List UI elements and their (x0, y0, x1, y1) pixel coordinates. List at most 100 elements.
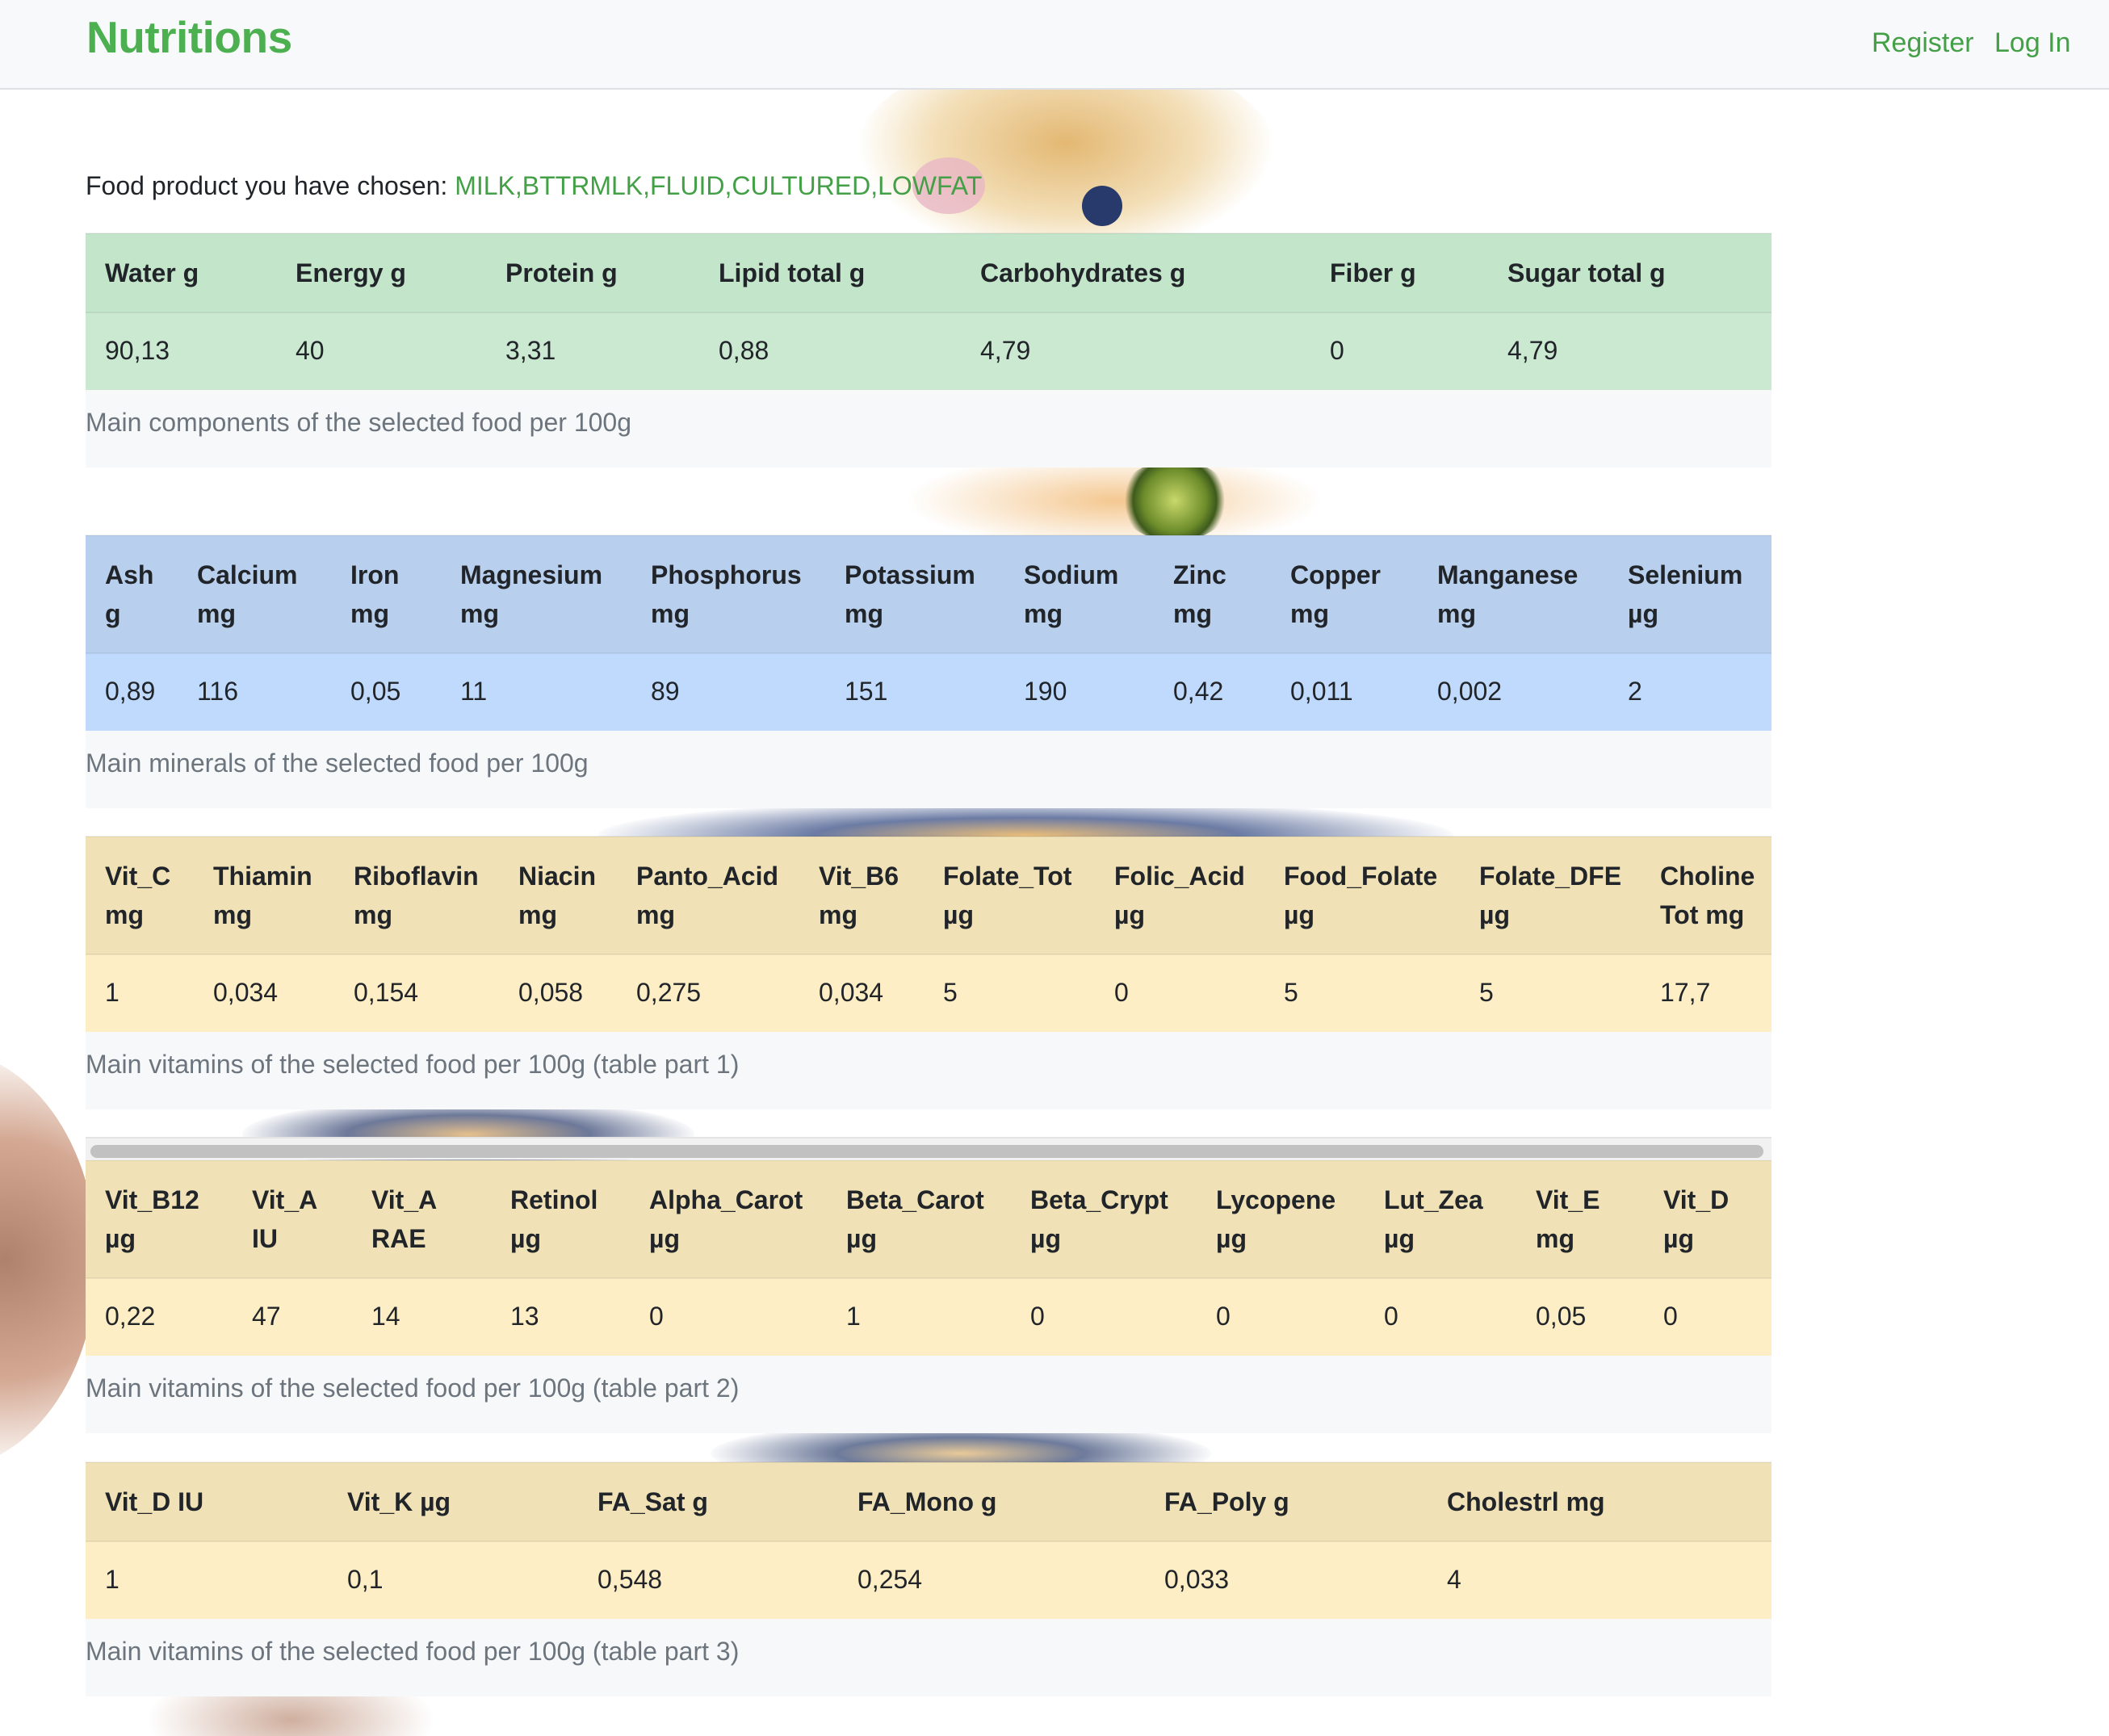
column-header: Thiamin mg (194, 836, 334, 954)
table-header-row: Water g Energy g Protein g Lipid total g… (86, 233, 1771, 312)
table-cell: 0,22 (86, 1277, 233, 1356)
selected-food-label: Food product you have chosen: (86, 171, 455, 200)
table-caption: Main components of the selected food per… (86, 390, 1771, 468)
column-header: Beta_Carot µg (827, 1159, 1011, 1278)
selected-food-line: Food product you have chosen: MILK,BTTRM… (86, 171, 982, 201)
table-row: 1 0,034 0,154 0,058 0,275 0,034 5 0 5 5 … (86, 954, 1771, 1032)
column-header: Folic_Acid µg (1095, 836, 1264, 954)
column-header: Folate_Tot µg (924, 836, 1095, 954)
selected-food-name[interactable]: MILK,BTTRMLK,FLUID,CULTURED,LOWFAT (455, 171, 982, 200)
table-cell: 90,13 (86, 312, 276, 390)
table-cell: 5 (924, 954, 1095, 1032)
column-header: Carbohydrates g (961, 233, 1310, 312)
column-header: Sodium mg (1004, 535, 1154, 653)
column-header: Vit_B12 µg (86, 1159, 233, 1278)
table-cell: 0,034 (799, 954, 924, 1032)
register-link[interactable]: Register (1872, 27, 1974, 59)
table-row: 0,89 116 0,05 11 89 151 190 0,42 0,011 0… (86, 652, 1771, 731)
table-cell: 4,79 (961, 312, 1310, 390)
table-cell: 2 (1608, 652, 1771, 731)
column-header: Folate_DFE µg (1460, 836, 1641, 954)
table-cell: 11 (441, 652, 631, 731)
column-header: Calcium mg (178, 535, 331, 653)
column-header: Vit_D IU (86, 1461, 328, 1541)
vitamins-part3-table-container: Vit_D IU Vit_K µg FA_Sat g FA_Mono g FA_… (86, 1461, 1771, 1696)
table-cell: 3,31 (486, 312, 699, 390)
table-row: 1 0,1 0,548 0,254 0,033 4 (86, 1541, 1771, 1619)
column-header: Alpha_Carot µg (630, 1159, 827, 1278)
table-cell: 0 (1197, 1277, 1365, 1356)
table-cell: 5 (1264, 954, 1460, 1032)
column-header: Potassium mg (825, 535, 1004, 653)
main-content: Food product you have chosen: MILK,BTTRM… (0, 0, 2109, 1736)
column-header: Manganese mg (1418, 535, 1608, 653)
table-cell: 0,88 (699, 312, 961, 390)
column-header: Panto_Acid mg (617, 836, 799, 954)
table-cell: 1 (827, 1277, 1011, 1356)
table-cell: 47 (233, 1277, 352, 1356)
column-header: Lut_Zea µg (1365, 1159, 1516, 1278)
column-header: Lipid total g (699, 233, 961, 312)
table-caption: Main vitamins of the selected food per 1… (86, 1032, 1771, 1109)
table-cell: 151 (825, 652, 1004, 731)
table-cell: 1 (86, 1541, 328, 1619)
table-cell: 0,275 (617, 954, 799, 1032)
column-header: Riboflavin mg (334, 836, 499, 954)
table-cell: 190 (1004, 652, 1154, 731)
column-header: Food_Folate µg (1264, 836, 1460, 954)
navbar: Nutritions Register Log In (0, 0, 2109, 90)
column-header: Vit_E mg (1516, 1159, 1644, 1278)
table-cell: 0,002 (1418, 652, 1608, 731)
table-cell: 1 (86, 954, 194, 1032)
column-header: Lycopene µg (1197, 1159, 1365, 1278)
table-cell: 17,7 (1641, 954, 1771, 1032)
column-header: Magnesium mg (441, 535, 631, 653)
table-cell: 89 (631, 652, 825, 731)
vitamins-part1-table-container: Vit_C mg Thiamin mg Riboflavin mg Niacin… (86, 836, 1771, 1109)
login-link[interactable]: Log In (1994, 27, 2071, 59)
components-table: Water g Energy g Protein g Lipid total g… (86, 233, 1771, 390)
column-header: Vit_K µg (328, 1461, 578, 1541)
table-header-row: Vit_D IU Vit_K µg FA_Sat g FA_Mono g FA_… (86, 1461, 1771, 1541)
column-header: Protein g (486, 233, 699, 312)
table-caption: Main vitamins of the selected food per 1… (86, 1356, 1771, 1433)
table-cell: 116 (178, 652, 331, 731)
column-header: FA_Mono g (838, 1461, 1145, 1541)
table-cell: 0,42 (1154, 652, 1271, 731)
table-cell: 4 (1428, 1541, 1771, 1619)
table-cell: 0,011 (1271, 652, 1418, 731)
components-table-container: Water g Energy g Protein g Lipid total g… (86, 233, 1771, 468)
table-header-row: Vit_C mg Thiamin mg Riboflavin mg Niacin… (86, 836, 1771, 954)
table-cell: 14 (352, 1277, 491, 1356)
brand-logo-link[interactable]: Nutritions (86, 11, 292, 63)
table-cell: 0,89 (86, 652, 178, 731)
table-cell: 0,05 (1516, 1277, 1644, 1356)
table-cell: 13 (491, 1277, 630, 1356)
scrollbar-thumb[interactable] (90, 1145, 1763, 1158)
minerals-table: Ash g Calcium mg Iron mg Magnesium mg Ph… (86, 535, 1771, 731)
vitamins-part3-table: Vit_D IU Vit_K µg FA_Sat g FA_Mono g FA_… (86, 1461, 1771, 1619)
column-header: Retinol µg (491, 1159, 630, 1278)
table-cell: 0 (630, 1277, 827, 1356)
table-caption: Main minerals of the selected food per 1… (86, 731, 1771, 808)
table-cell: 5 (1460, 954, 1641, 1032)
column-header: Fiber g (1310, 233, 1488, 312)
column-header: Zinc mg (1154, 535, 1271, 653)
column-header: Iron mg (331, 535, 441, 653)
vitamins-part2-table: Vit_B12 µg Vit_A IU Vit_A RAE Retinol µg… (86, 1159, 1771, 1356)
vitamins-part2-table-container: Vit_B12 µg Vit_A IU Vit_A RAE Retinol µg… (86, 1137, 1771, 1433)
column-header: Vit_C mg (86, 836, 194, 954)
table-cell: 0,05 (331, 652, 441, 731)
column-header: Ash g (86, 535, 178, 653)
column-header: Niacin mg (499, 836, 617, 954)
table-cell: 0 (1644, 1277, 1771, 1356)
table-cell: 0 (1365, 1277, 1516, 1356)
horizontal-scrollbar[interactable] (86, 1137, 1771, 1159)
table-row: 0,22 47 14 13 0 1 0 0 0 0,05 0 (86, 1277, 1771, 1356)
column-header: Copper mg (1271, 535, 1418, 653)
vitamins-part1-table: Vit_C mg Thiamin mg Riboflavin mg Niacin… (86, 836, 1771, 1032)
column-header: Beta_Crypt µg (1011, 1159, 1197, 1278)
column-header: Sugar total g (1488, 233, 1771, 312)
column-header: Vit_A IU (233, 1159, 352, 1278)
column-header: Energy g (276, 233, 486, 312)
